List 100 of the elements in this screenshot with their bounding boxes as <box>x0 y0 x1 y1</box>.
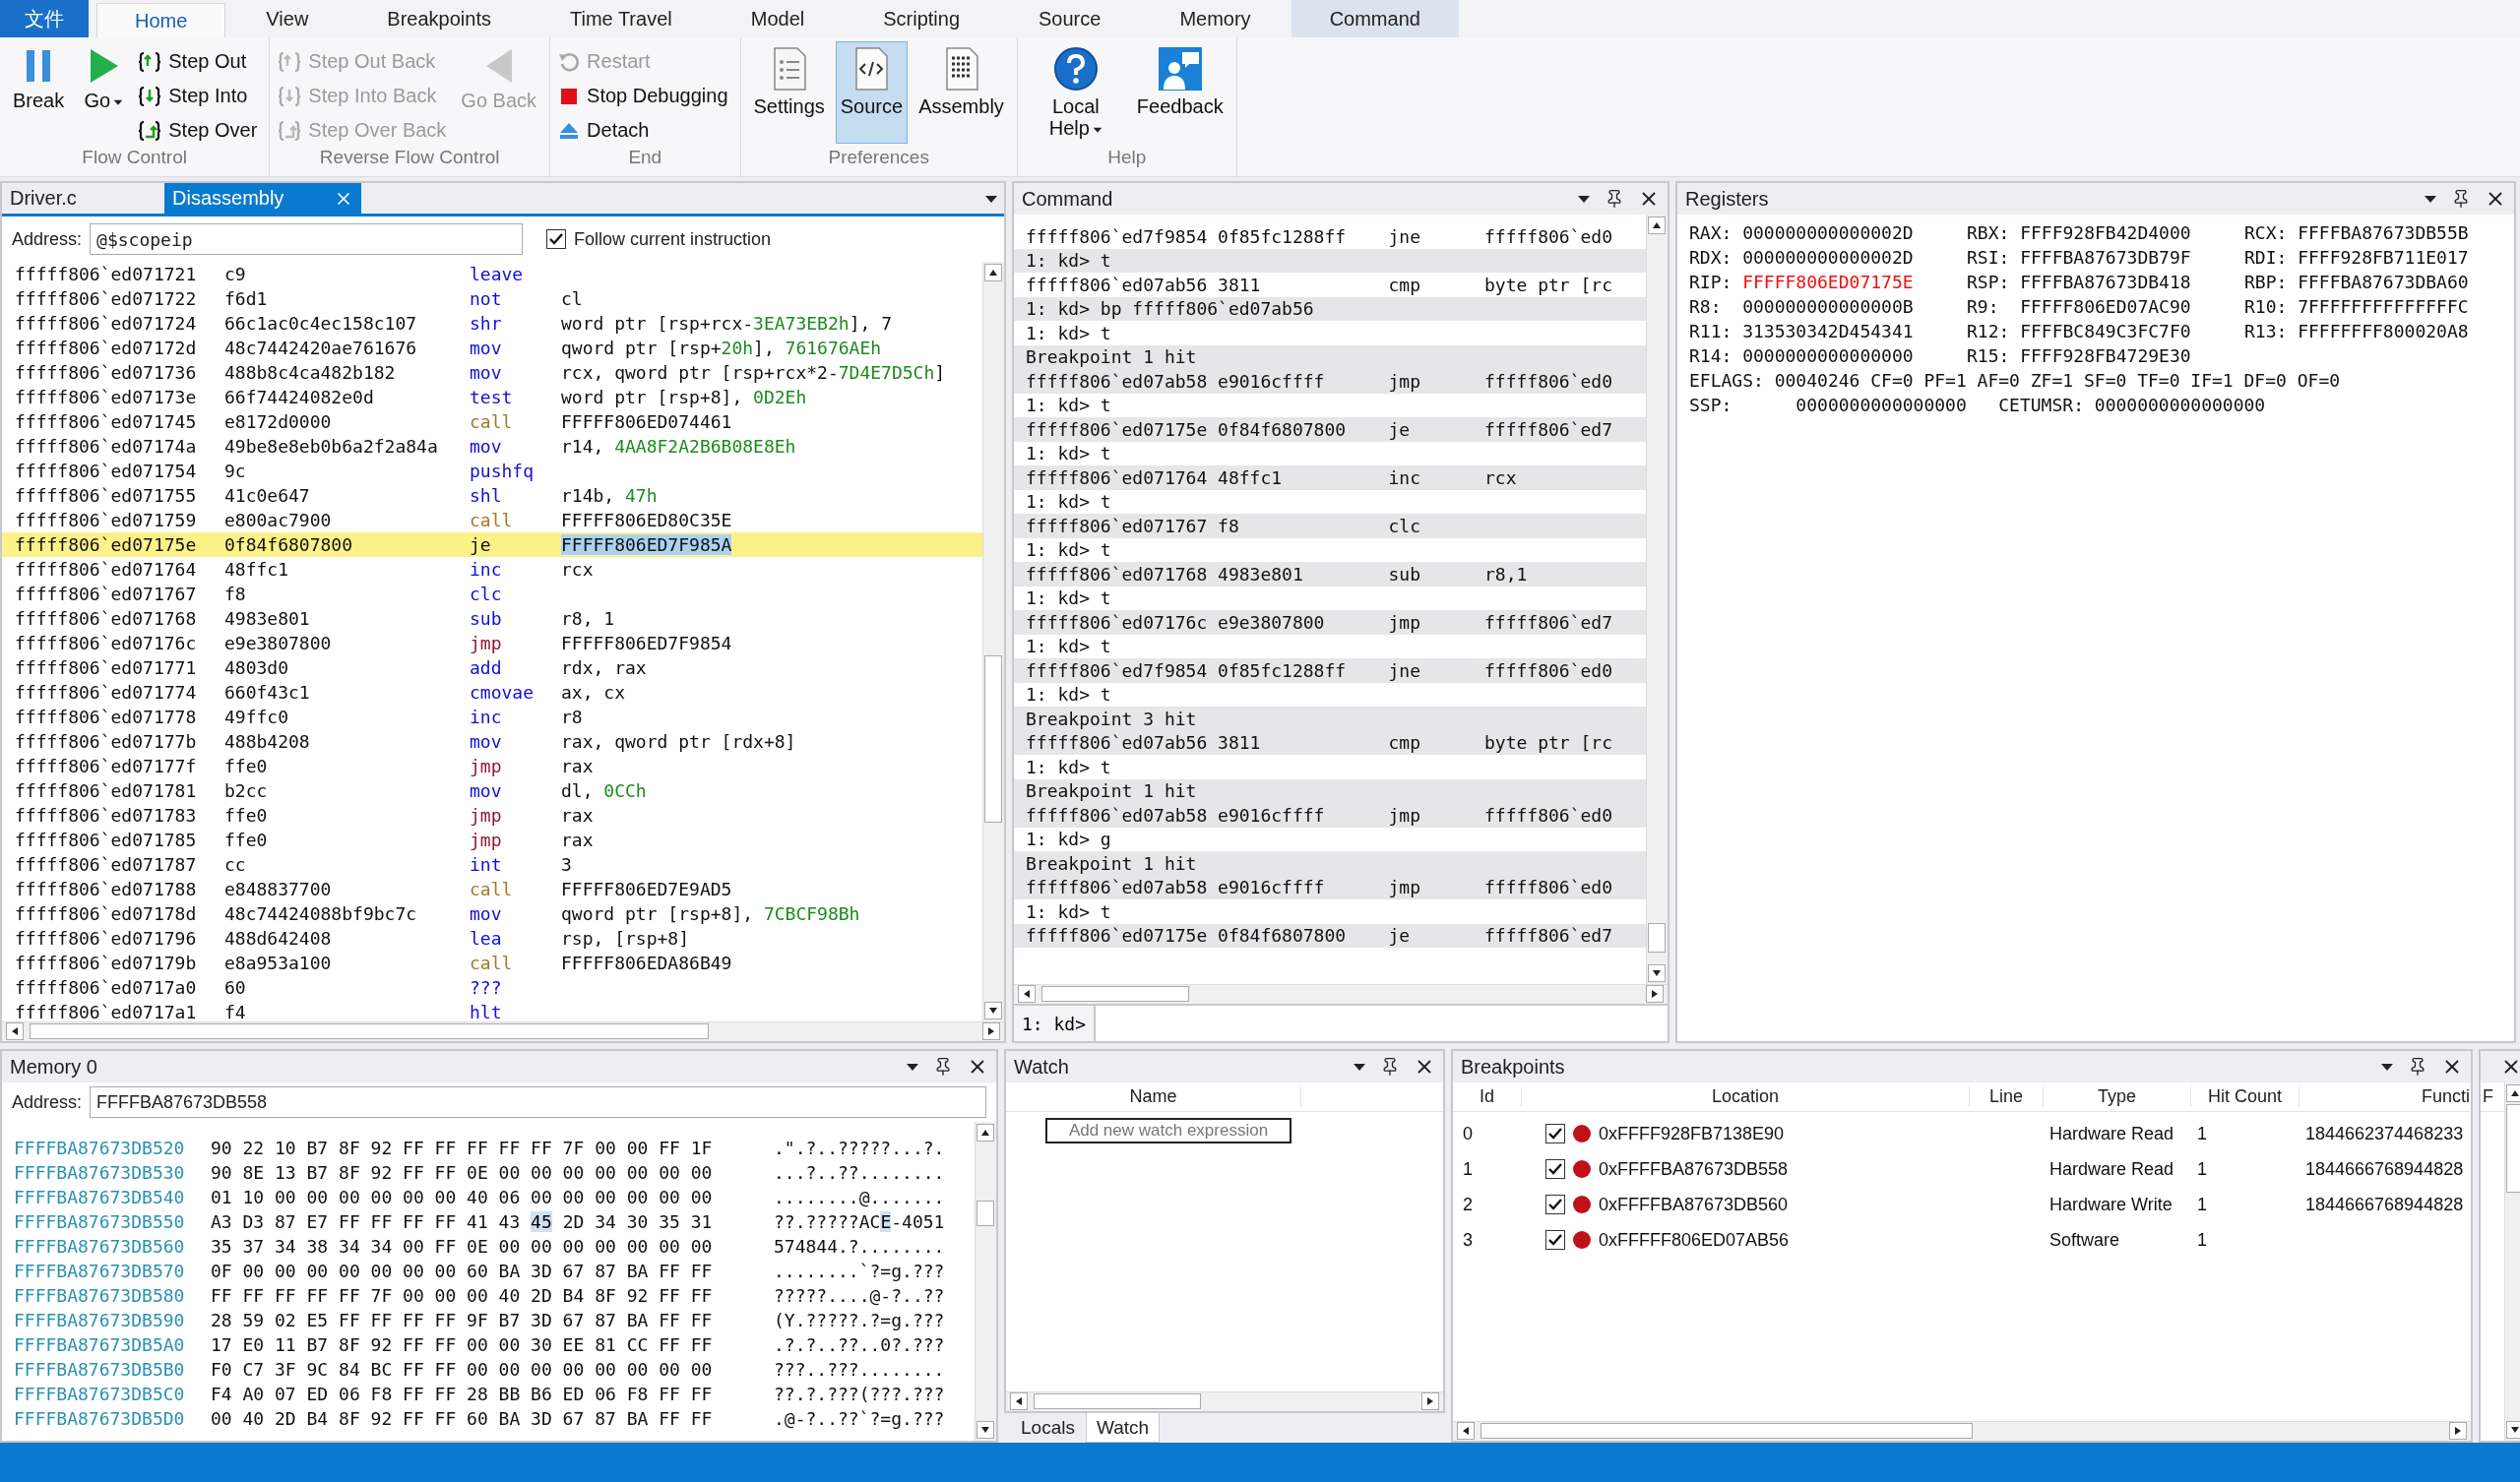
horizontal-scrollbar[interactable] <box>1014 984 1668 1004</box>
address-field[interactable]: FFFFBA87673DB558 <box>90 1086 986 1118</box>
ribbon-button[interactable]: Stop Debugging <box>558 80 732 112</box>
scroll-left-button[interactable] <box>1018 985 1036 1003</box>
ribbon-button[interactable]: Break <box>8 41 70 116</box>
ribbon-tab[interactable]: Model <box>712 0 844 37</box>
address-text: fffff806`ed071721 <box>15 264 198 284</box>
address-text: fffff806`ed07175e 0f84f6807800 <box>1026 418 1348 440</box>
register-value: 000000000000002D <box>1742 222 1914 245</box>
scroll-thumb[interactable] <box>1648 923 1666 953</box>
scroll-thumb[interactable] <box>30 1023 709 1039</box>
ribbon-button[interactable]: Detach <box>558 114 732 147</box>
ribbon-tab[interactable]: View <box>227 0 347 37</box>
ribbon-button[interactable]: Step Into <box>138 80 262 112</box>
checkbox[interactable] <box>1545 1124 1565 1143</box>
scroll-down-button[interactable] <box>976 1421 994 1439</box>
ribbon-tab[interactable]: Home <box>96 3 226 37</box>
document-tab[interactable]: Disassembly <box>164 183 361 214</box>
scroll-left-button[interactable] <box>1457 1422 1475 1440</box>
watch-expression-field[interactable]: Add new watch expression <box>1045 1118 1292 1143</box>
scroll-down-button[interactable] <box>984 1002 1002 1019</box>
column-header[interactable]: Functi <box>2300 1086 2471 1107</box>
scroll-thumb[interactable] <box>984 655 1002 823</box>
ribbon-tab[interactable]: Breakpoints <box>348 0 530 37</box>
arrow-icon <box>2510 1425 2520 1435</box>
scroll-right-button[interactable] <box>1646 985 1664 1003</box>
scroll-up-button[interactable] <box>1648 216 1666 234</box>
horizontal-scrollbar[interactable] <box>1453 1421 2471 1441</box>
scroll-up-button[interactable] <box>976 1124 994 1142</box>
ribbon-tab[interactable]: Source <box>1000 0 1140 37</box>
vertical-scrollbar[interactable] <box>975 1122 996 1441</box>
hex-bytes: 17 E0 11 B7 8F 92 FF FF 00 00 30 EE 81 CC FF FF <box>211 1334 714 1355</box>
arrow-icon <box>2510 1088 2520 1098</box>
scroll-down-button[interactable] <box>1648 964 1666 982</box>
panel-tab[interactable]: Locals <box>1010 1413 1086 1443</box>
ribbon-tab[interactable]: Memory <box>1141 0 1290 37</box>
scroll-thumb[interactable] <box>1034 1393 1201 1409</box>
dropdown-button[interactable] <box>2424 194 2437 204</box>
scroll-thumb[interactable] <box>976 1201 994 1226</box>
ribbon-button[interactable]: Local Help <box>1025 41 1126 144</box>
command-text: 1: kd> t <box>1026 250 1112 272</box>
address-text: fffff806`ed071722 <box>15 288 198 309</box>
ribbon-button[interactable]: Settings <box>748 41 830 122</box>
checkbox[interactable] <box>1545 1159 1565 1179</box>
horizontal-scrollbar[interactable] <box>1006 1391 1443 1411</box>
dropdown-button[interactable] <box>2380 1062 2394 1072</box>
column-header[interactable]: Name <box>1006 1086 1301 1107</box>
checkbox[interactable] <box>1545 1230 1565 1250</box>
scroll-right-button[interactable] <box>2449 1422 2467 1440</box>
vertical-scrollbar[interactable] <box>982 262 1004 1021</box>
scroll-thumb[interactable] <box>2506 1104 2520 1193</box>
ribbon-tab[interactable]: Scripting <box>845 0 998 37</box>
register-line: SSP: 0000000000000000 CETUMSR: 0000000000000000 <box>1689 395 2267 417</box>
mnemonic-text: shr <box>470 313 503 334</box>
ribbon-button[interactable]: Step Out <box>138 45 262 78</box>
vertical-scrollbar[interactable] <box>1646 215 1668 984</box>
ribbon-button[interactable]: Feedback <box>1131 41 1228 122</box>
register-value: FFFF928FB42D4000 <box>2020 222 2191 245</box>
vertical-scrollbar[interactable] <box>2504 1082 2520 1441</box>
file-tab[interactable]: 文件 <box>0 0 89 37</box>
address-text: fffff806`ed07175e 0f84f6807800 <box>1026 925 1348 947</box>
scroll-down-button[interactable] <box>2506 1421 2520 1439</box>
column-header[interactable]: Hit Count <box>2191 1086 2300 1107</box>
mnemonic-text: inc <box>470 707 503 727</box>
scroll-left-button[interactable] <box>1010 1392 1028 1410</box>
checkbox[interactable] <box>1545 1195 1565 1214</box>
horizontal-scrollbar[interactable] <box>2 1021 1004 1041</box>
address-field[interactable]: @$scopeip <box>90 223 524 255</box>
column-header[interactable]: Type <box>2044 1086 2191 1107</box>
scroll-left-button[interactable] <box>6 1022 24 1040</box>
document-tab[interactable]: Driver.c <box>2 183 164 214</box>
address-text: fffff806`ed07174a <box>15 436 198 457</box>
operand-text: ] <box>934 362 946 383</box>
ribbon-button[interactable]: Step Over <box>138 114 262 147</box>
scroll-right-button[interactable] <box>1421 1392 1439 1410</box>
column-header[interactable]: Location <box>1522 1086 1970 1107</box>
scroll-thumb[interactable] <box>1041 986 1189 1002</box>
scroll-right-button[interactable] <box>982 1022 1000 1040</box>
checkbox[interactable] <box>546 229 567 249</box>
ribbon-button[interactable]: Assembly <box>914 41 1009 122</box>
column-header[interactable]: Line <box>1970 1086 2044 1107</box>
column-header[interactable]: F <box>2481 1086 2504 1107</box>
mnemonic-text: cmp <box>1388 274 1421 295</box>
dropdown-button[interactable] <box>906 1062 919 1072</box>
ribbon-button[interactable]: Go <box>75 41 133 116</box>
scroll-thumb[interactable] <box>1480 1423 1973 1439</box>
dropdown-button[interactable] <box>984 193 998 204</box>
address-text: fffff806`ed0717a1 <box>15 1002 198 1021</box>
ribbon-tab[interactable]: Time Travel <box>532 0 711 37</box>
arrow-icon <box>1022 989 1032 999</box>
panel-tab[interactable]: Watch <box>1085 1413 1161 1443</box>
ribbon-tab[interactable]: Command <box>1291 0 1459 37</box>
scroll-up-button[interactable] <box>984 264 1002 281</box>
column-header[interactable]: Id <box>1453 1086 1522 1107</box>
scroll-up-button[interactable] <box>2506 1084 2520 1102</box>
ribbon-button[interactable]: Source <box>835 41 909 144</box>
dropdown-button[interactable] <box>1353 1062 1366 1072</box>
arrow-icon <box>988 1006 998 1016</box>
dropdown-button[interactable] <box>1577 194 1591 204</box>
memory-address: FFFFBA87673DB5B0 <box>14 1359 186 1380</box>
